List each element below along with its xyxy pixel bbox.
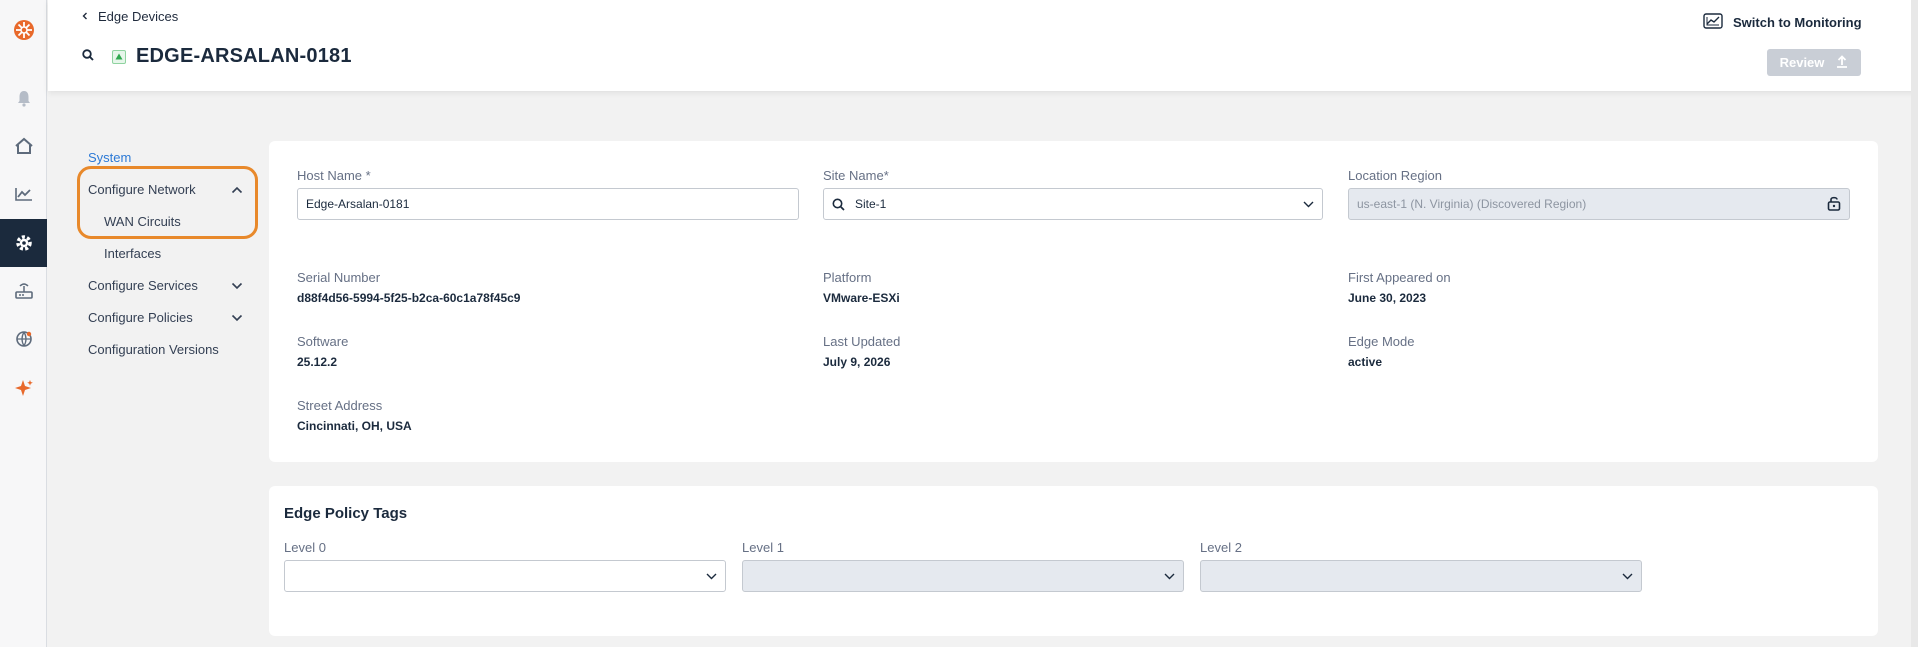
site-name-label: Site Name* xyxy=(823,168,889,183)
chart-icon[interactable] xyxy=(0,170,47,218)
site-name-select[interactable]: Site-1 xyxy=(823,188,1323,220)
switch-to-monitoring-button[interactable]: Switch to Monitoring xyxy=(1703,13,1862,32)
software-value: 25.12.2 xyxy=(297,355,338,369)
edge-policy-tags-card: Edge Policy Tags Level 0 Level 1 Level 2 xyxy=(269,486,1878,636)
review-button[interactable]: Review xyxy=(1767,49,1861,76)
level1-label: Level 1 xyxy=(742,540,784,555)
nav-configure-services[interactable]: Configure Services xyxy=(88,278,243,293)
last-updated-value: July 9, 2026 xyxy=(823,355,891,369)
nav-interfaces-label: Interfaces xyxy=(104,246,162,261)
host-name-value: Edge-Arsalan-0181 xyxy=(306,197,410,211)
nav-wan-circuits[interactable]: WAN Circuits xyxy=(104,214,181,229)
chevron-down-icon[interactable] xyxy=(231,278,243,293)
lock-icon xyxy=(1827,195,1841,214)
level0-label: Level 0 xyxy=(284,540,326,555)
edge-mode-label: Edge Mode xyxy=(1348,334,1415,349)
gear-icon[interactable] xyxy=(0,219,47,267)
last-updated-label: Last Updated xyxy=(823,334,901,349)
nav-interfaces[interactable]: Interfaces xyxy=(104,246,161,261)
upload-icon xyxy=(1836,54,1848,71)
sparkle-icon[interactable] xyxy=(0,364,47,412)
review-label: Review xyxy=(1779,55,1825,70)
breadcrumb[interactable]: Edge Devices xyxy=(80,9,178,24)
status-up-icon xyxy=(112,49,126,64)
chevron-down-icon xyxy=(706,569,717,583)
globe-icon[interactable] xyxy=(0,315,47,363)
page-header: Edge Devices EDGE-ARSALAN-0181 Switch to… xyxy=(48,0,1918,91)
search-icon[interactable] xyxy=(82,48,94,66)
home-icon[interactable] xyxy=(0,122,47,170)
nav-configuration-versions-label: Configuration Versions xyxy=(88,342,219,357)
nav-configure-network[interactable]: Configure Network xyxy=(88,182,243,197)
level1-select xyxy=(742,560,1184,592)
nav-configuration-versions[interactable]: Configuration Versions xyxy=(88,342,243,357)
software-label: Software xyxy=(297,334,349,349)
title-row: EDGE-ARSALAN-0181 xyxy=(82,45,352,68)
site-name-value: Site-1 xyxy=(855,197,887,211)
chevron-down-icon[interactable] xyxy=(231,310,243,325)
chevron-down-icon xyxy=(1622,569,1633,583)
page-title: EDGE-ARSALAN-0181 xyxy=(136,45,352,67)
system-details-card: Host Name * Edge-Arsalan-0181 Site Name*… xyxy=(269,141,1878,462)
chevron-down-icon xyxy=(1303,197,1314,211)
edge-mode-value: active xyxy=(1348,355,1383,369)
switch-to-monitoring-label: Switch to Monitoring xyxy=(1733,15,1862,30)
platform-value: VMware-ESXi xyxy=(823,291,900,305)
first-appeared-value: June 30, 2023 xyxy=(1348,291,1427,305)
first-appeared-label: First Appeared on xyxy=(1348,270,1451,285)
search-icon xyxy=(832,198,845,211)
location-region-value: us-east-1 (N. Virginia) (Discovered Regi… xyxy=(1357,197,1587,211)
location-region-input: us-east-1 (N. Virginia) (Discovered Regi… xyxy=(1348,188,1850,220)
monitor-chart-icon xyxy=(1703,13,1723,32)
bell-icon[interactable] xyxy=(0,74,47,122)
host-name-input[interactable]: Edge-Arsalan-0181 xyxy=(297,188,799,220)
nav-system[interactable]: System xyxy=(88,150,243,165)
level2-label: Level 2 xyxy=(1200,540,1242,555)
logo-icon[interactable] xyxy=(0,6,47,54)
nav-configure-network-label: Configure Network xyxy=(88,182,196,197)
serial-number-label: Serial Number xyxy=(297,270,381,285)
left-rail xyxy=(0,0,47,647)
platform-label: Platform xyxy=(823,270,872,285)
level2-select xyxy=(1200,560,1642,592)
serial-number-value: d88f4d56-5994-5f25-b2ca-60c1a78f45c9 xyxy=(297,291,521,305)
breadcrumb-link[interactable]: Edge Devices xyxy=(98,9,178,24)
street-address-label: Street Address xyxy=(297,398,383,413)
nav-configure-policies-label: Configure Policies xyxy=(88,310,193,325)
host-name-label: Host Name * xyxy=(297,168,371,183)
nav-system-label: System xyxy=(88,150,132,165)
level0-select[interactable] xyxy=(284,560,726,592)
chevron-left-icon xyxy=(80,9,90,24)
chevron-down-icon xyxy=(1164,569,1175,583)
nav-configure-services-label: Configure Services xyxy=(88,278,198,293)
page-scrollbar[interactable] xyxy=(1911,0,1918,647)
router-icon[interactable] xyxy=(0,267,47,315)
location-region-label: Location Region xyxy=(1348,168,1442,183)
section-title: Edge Policy Tags xyxy=(284,505,408,522)
street-address-value: Cincinnati, OH, USA xyxy=(297,419,412,433)
chevron-up-icon[interactable] xyxy=(231,182,243,197)
nav-configure-policies[interactable]: Configure Policies xyxy=(88,310,243,325)
nav-wan-circuits-label: WAN Circuits xyxy=(104,214,181,229)
